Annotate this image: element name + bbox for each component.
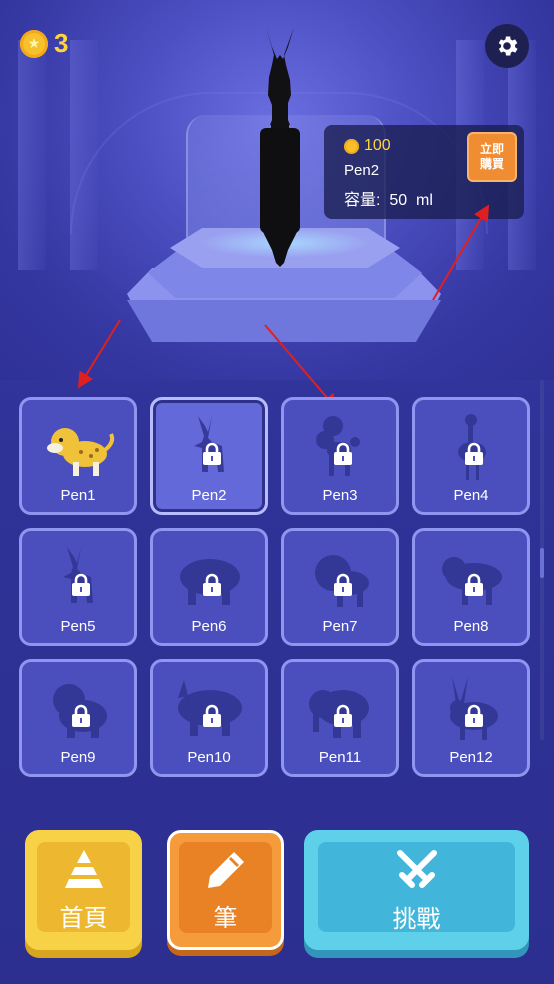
coin-icon — [344, 138, 359, 154]
pen-tab-button[interactable]: 筆 — [167, 830, 284, 950]
pen-card-label: Pen6 — [191, 618, 227, 635]
crossed-swords-icon — [396, 849, 437, 888]
pen-card-pen3[interactable]: Pen3 — [281, 397, 399, 515]
pen-card-label: Pen8 — [453, 618, 489, 635]
pen-card-label: Pen5 — [60, 618, 96, 635]
pedestal-base-side — [127, 300, 441, 342]
pen-label: 筆 — [213, 903, 238, 932]
lock-icon — [334, 442, 352, 465]
lock-icon — [72, 573, 90, 596]
pen-card-label: Pen9 — [60, 749, 96, 766]
lock-icon — [334, 704, 352, 727]
pen-card-label: Pen2 — [191, 487, 227, 504]
pen-card-label: Pen1 — [60, 487, 96, 504]
pen-grid: Pen1 Pen2 Pen3 Pen4 Pen5 Pen6 Pen7 Pen8 Pen9 Pen1… — [19, 397, 531, 777]
lock-icon — [203, 442, 221, 465]
pen-card-label: Pen12 — [449, 749, 493, 766]
pen-card-pen1[interactable]: Pen1 — [19, 397, 137, 515]
buy-now-label: 立即購買 — [479, 142, 504, 171]
pen-info-card: 100 Pen2 容量: 50 ml 立即購買 — [324, 125, 524, 219]
buy-now-button[interactable]: 立即購買 — [467, 132, 517, 182]
lock-icon — [334, 573, 352, 596]
capacity-unit: ml — [416, 192, 433, 209]
pen-card-pen11[interactable]: Pen11 — [281, 659, 399, 777]
lock-icon — [465, 573, 483, 596]
pen-card-label: Pen10 — [187, 749, 231, 766]
cone-icon — [64, 849, 103, 888]
challenge-button[interactable]: 挑戰 — [304, 830, 529, 950]
home-label: 首頁 — [59, 903, 108, 932]
pen-card-pen6[interactable]: Pen6 — [150, 528, 268, 646]
pen-model-preview — [260, 27, 300, 267]
capacity-label: 容量: — [344, 192, 381, 209]
lock-icon — [465, 442, 483, 465]
pen-card-label: Pen4 — [453, 487, 489, 504]
leopard-icon — [47, 428, 115, 476]
pen-card-pen9[interactable]: Pen9 — [19, 659, 137, 777]
pen-capacity: 容量: 50 ml — [344, 186, 433, 210]
price: 100 — [344, 137, 391, 155]
scrollbar-thumb[interactable] — [540, 548, 544, 578]
pen-card-pen10[interactable]: Pen10 — [150, 659, 268, 777]
pencil-icon — [207, 851, 244, 888]
background-pillar — [18, 40, 46, 270]
home-button[interactable]: 首頁 — [25, 830, 142, 950]
lock-icon — [203, 704, 221, 727]
pen-card-pen4[interactable]: Pen4 — [412, 397, 530, 515]
coin-icon: ★ — [20, 29, 48, 58]
pen-card-pen7[interactable]: Pen7 — [281, 528, 399, 646]
pen-card-pen2[interactable]: Pen2 — [150, 397, 268, 515]
lock-icon — [72, 704, 90, 727]
pen-card-pen12[interactable]: Pen12 — [412, 659, 530, 777]
challenge-label: 挑戰 — [392, 904, 441, 933]
coin-count: 3 — [54, 28, 69, 58]
coin-balance: ★ 3 — [20, 28, 68, 59]
gear-icon — [498, 36, 518, 56]
lock-icon — [465, 704, 483, 727]
pen-card-label: Pen7 — [322, 618, 358, 635]
pen-card-label: Pen3 — [322, 487, 358, 504]
pen-card-label: Pen11 — [318, 749, 362, 766]
pen-card-pen5[interactable]: Pen5 — [19, 528, 137, 646]
lock-icon — [203, 573, 221, 596]
pen-card-pen8[interactable]: Pen8 — [412, 528, 530, 646]
capacity-value: 50 — [389, 192, 408, 209]
price-value: 100 — [364, 137, 391, 154]
pen-name: Pen2 — [344, 162, 380, 179]
settings-button[interactable] — [485, 24, 529, 68]
